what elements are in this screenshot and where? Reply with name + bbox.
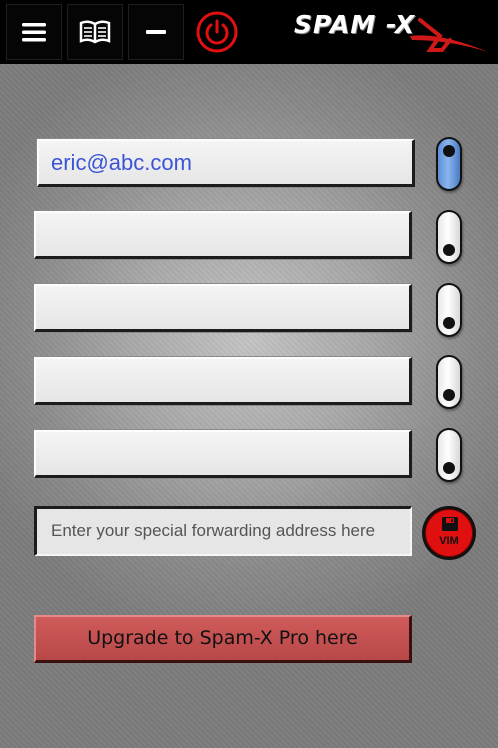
toggle-knob: [443, 389, 455, 401]
book-icon: [79, 20, 111, 44]
power-button[interactable]: [189, 4, 245, 60]
save-vim-face: VIM: [425, 509, 473, 557]
email-toggle-1[interactable]: [436, 137, 462, 191]
email-field-1[interactable]: eric@abc.com: [37, 139, 415, 187]
floppy-disk-icon: [442, 517, 458, 531]
toolbar: SPAM -X: [0, 0, 498, 64]
menu-icon: [22, 23, 46, 42]
save-vim-label: VIM: [439, 535, 459, 547]
upgrade-pro-button[interactable]: Upgrade to Spam-X Pro here: [34, 615, 412, 663]
brand-logo: SPAM -X: [290, 6, 490, 54]
forwarding-address-input[interactable]: Enter your special forwarding address he…: [34, 506, 412, 556]
email-toggle-4[interactable]: [436, 355, 462, 409]
toggle-knob: [443, 244, 455, 256]
menu-button[interactable]: [6, 4, 62, 60]
email-field-5[interactable]: [34, 430, 412, 478]
toggle-knob: [443, 145, 455, 157]
power-icon: [196, 11, 238, 53]
toggle-knob: [443, 317, 455, 329]
email-toggle-2[interactable]: [436, 210, 462, 264]
toggle-knob: [443, 462, 455, 474]
save-vim-button[interactable]: VIM: [422, 506, 476, 560]
minimize-button[interactable]: [128, 4, 184, 60]
minimize-icon: [146, 30, 166, 34]
email-toggle-5[interactable]: [436, 428, 462, 482]
email-field-2[interactable]: [34, 211, 412, 259]
email-field-4[interactable]: [34, 357, 412, 405]
email-field-3[interactable]: [34, 284, 412, 332]
help-book-button[interactable]: [67, 4, 123, 60]
brand-name: SPAM -X: [294, 10, 416, 39]
email-toggle-3[interactable]: [436, 283, 462, 337]
